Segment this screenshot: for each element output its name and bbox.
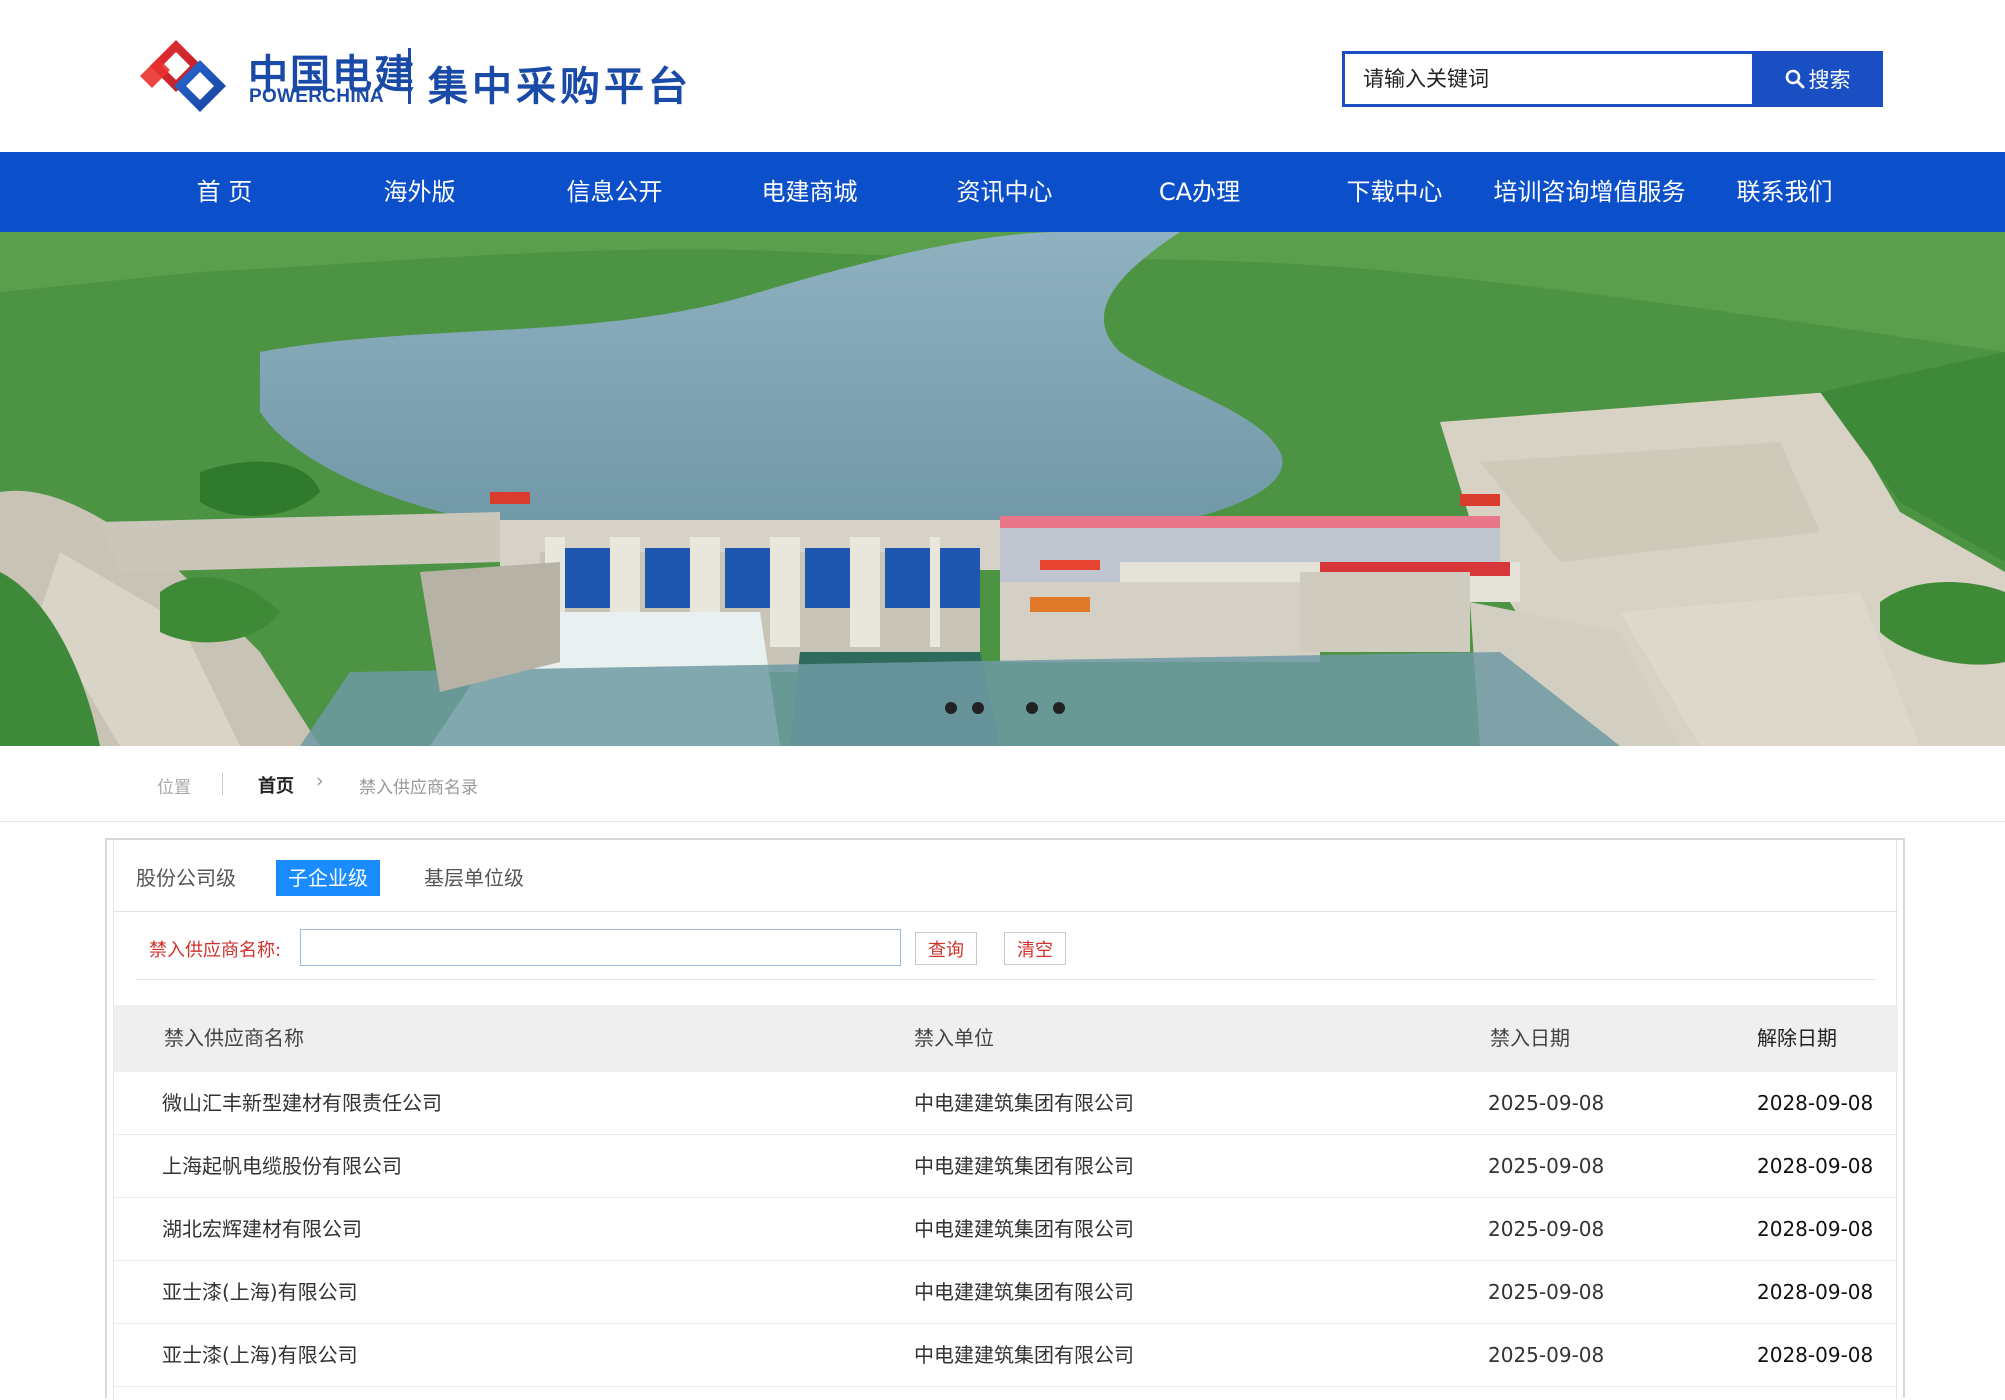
filter-divider (136, 979, 1876, 980)
cell-supplier-name[interactable]: 微山汇丰新型建材有限责任公司 (162, 1072, 442, 1135)
table-row: 湖北宏辉建材有限公司 中电建建筑集团有限公司 2025-09-08 2028-09-0… (114, 1198, 1898, 1261)
tab-company-level[interactable]: 股份公司级 (124, 860, 248, 896)
banner-dam-image (0, 232, 2005, 746)
cell-ban-date: 2025-09-08 (1488, 1217, 1605, 1241)
cell-ban-date: 2025-09-08 (1488, 1091, 1605, 1115)
cell-banning-unit: 中电建建筑集团有限公司 (914, 1154, 1134, 1178)
query-button[interactable]: 查询 (915, 932, 977, 965)
cell-banning-unit: 中电建建筑集团有限公司 (914, 1343, 1134, 1367)
cell-supplier-name[interactable]: 亚士漆(上海)有限公司 (162, 1324, 358, 1387)
platform-title: 集中采购平台 (428, 64, 692, 110)
cell-release-date: 2028-09-08 (1757, 1154, 1874, 1178)
cell-release-date: 2028-09-08 (1757, 1217, 1874, 1241)
cell-banning-unit: 中电建建筑集团有限公司 (914, 1280, 1134, 1304)
cell-supplier-name[interactable]: 湖北宏辉建材有限公司 (162, 1198, 362, 1261)
nav-item-ca[interactable]: CA办理 (1102, 152, 1297, 232)
table-row: 微山汇丰新型建材有限责任公司 中电建建筑集团有限公司 2025-09-08 2028-… (114, 1072, 1898, 1135)
table-header: 禁入供应商名称 禁入单位 禁入日期 解除日期 (114, 1005, 1898, 1072)
site-header: 中国电建 POWERCHINA 集中采购平台 搜索 (0, 0, 2005, 152)
cell-banning-unit: 中电建建筑集团有限公司 (914, 1091, 1134, 1115)
nav-item-home[interactable]: 首 页 (127, 152, 322, 232)
powerchina-logo-mark-icon (140, 40, 226, 112)
breadcrumb: 位置 首页 › 禁入供应商名录 (0, 746, 2005, 822)
filter-bar: 禁入供应商名称: 查询 清空 (114, 912, 1898, 980)
nav-item-overseas[interactable]: 海外版 (322, 152, 517, 232)
cell-supplier-name[interactable]: 上海起帆电缆股份有限公司 (162, 1135, 402, 1198)
search-bar: 搜索 (1342, 51, 1883, 107)
nav-item-training[interactable]: 培训咨询增值服务 (1492, 152, 1687, 232)
carousel-dots (0, 702, 2005, 722)
tab-subsidiary-level[interactable]: 子企业级 (276, 860, 380, 896)
content-panel-inner: 股份公司级 子企业级 基层单位级 禁入供应商名称: 查询 清空 禁入供应商名称 … (113, 840, 1898, 1400)
breadcrumb-position-label: 位置 (157, 778, 191, 798)
content-panel: 股份公司级 子企业级 基层单位级 禁入供应商名称: 查询 清空 禁入供应商名称 … (105, 838, 1905, 1400)
search-button-label: 搜索 (1808, 68, 1851, 92)
column-header-release-date: 解除日期 (1757, 1026, 1837, 1050)
main-nav: 首 页 海外版 信息公开 电建商城 资讯中心 CA办理 下载中心 培训咨询增值服… (0, 152, 2005, 232)
breadcrumb-home-link[interactable]: 首页 (258, 772, 294, 798)
cell-supplier-name[interactable]: 亚士漆(上海)有限公司 (162, 1261, 358, 1324)
breadcrumb-current: 禁入供应商名录 (359, 778, 478, 798)
column-header-unit: 禁入单位 (914, 1026, 994, 1050)
table-row: 亚士漆(上海)有限公司 中电建建筑集团有限公司 2025-09-08 2028-09-… (114, 1324, 1898, 1387)
powerchina-logo[interactable]: 中国电建 POWERCHINA 集中采购平台 (138, 36, 698, 116)
cell-release-date: 2028-09-08 (1757, 1280, 1874, 1304)
carousel-dot-3[interactable] (1026, 702, 1038, 714)
cell-banning-unit: 中电建建筑集团有限公司 (914, 1217, 1134, 1241)
nav-item-info-disclosure[interactable]: 信息公开 (517, 152, 712, 232)
logo-english-name: POWERCHINA (249, 86, 384, 107)
hero-banner[interactable] (0, 232, 2005, 746)
level-tabs: 股份公司级 子企业级 基层单位级 (114, 840, 1898, 912)
nav-item-mall[interactable]: 电建商城 (712, 152, 907, 232)
search-button[interactable]: 搜索 (1752, 51, 1883, 107)
table-row: 亚士漆(上海)有限公司 中电建建筑集团有限公司 2025-09-08 2028-09-… (114, 1261, 1898, 1324)
carousel-dot-4[interactable] (1053, 702, 1065, 714)
search-input[interactable] (1342, 51, 1752, 107)
cell-ban-date: 2025-09-08 (1488, 1154, 1605, 1178)
cell-release-date: 2028-09-08 (1757, 1343, 1874, 1367)
logo-divider (408, 48, 411, 104)
chevron-right-icon: › (316, 770, 324, 792)
nav-item-news[interactable]: 资讯中心 (907, 152, 1102, 232)
breadcrumb-divider (222, 773, 223, 795)
table-row: 上海起帆电缆股份有限公司 中电建建筑集团有限公司 2025-09-08 2028-09… (114, 1135, 1898, 1198)
carousel-dot-1[interactable] (945, 702, 957, 714)
nav-item-downloads[interactable]: 下载中心 (1297, 152, 1492, 232)
carousel-dot-2[interactable] (972, 702, 984, 714)
cell-ban-date: 2025-09-08 (1488, 1280, 1605, 1304)
cell-release-date: 2028-09-08 (1757, 1091, 1874, 1115)
supplier-name-input[interactable] (300, 929, 901, 966)
nav-item-contact[interactable]: 联系我们 (1687, 152, 1882, 232)
supplier-name-label: 禁入供应商名称: (149, 940, 282, 961)
cell-ban-date: 2025-09-08 (1488, 1343, 1605, 1367)
column-header-supplier: 禁入供应商名称 (164, 1026, 304, 1050)
tab-grassroots-level[interactable]: 基层单位级 (412, 860, 536, 896)
clear-button[interactable]: 清空 (1004, 932, 1066, 965)
search-icon (1785, 69, 1804, 89)
column-header-ban-date: 禁入日期 (1490, 1026, 1570, 1050)
